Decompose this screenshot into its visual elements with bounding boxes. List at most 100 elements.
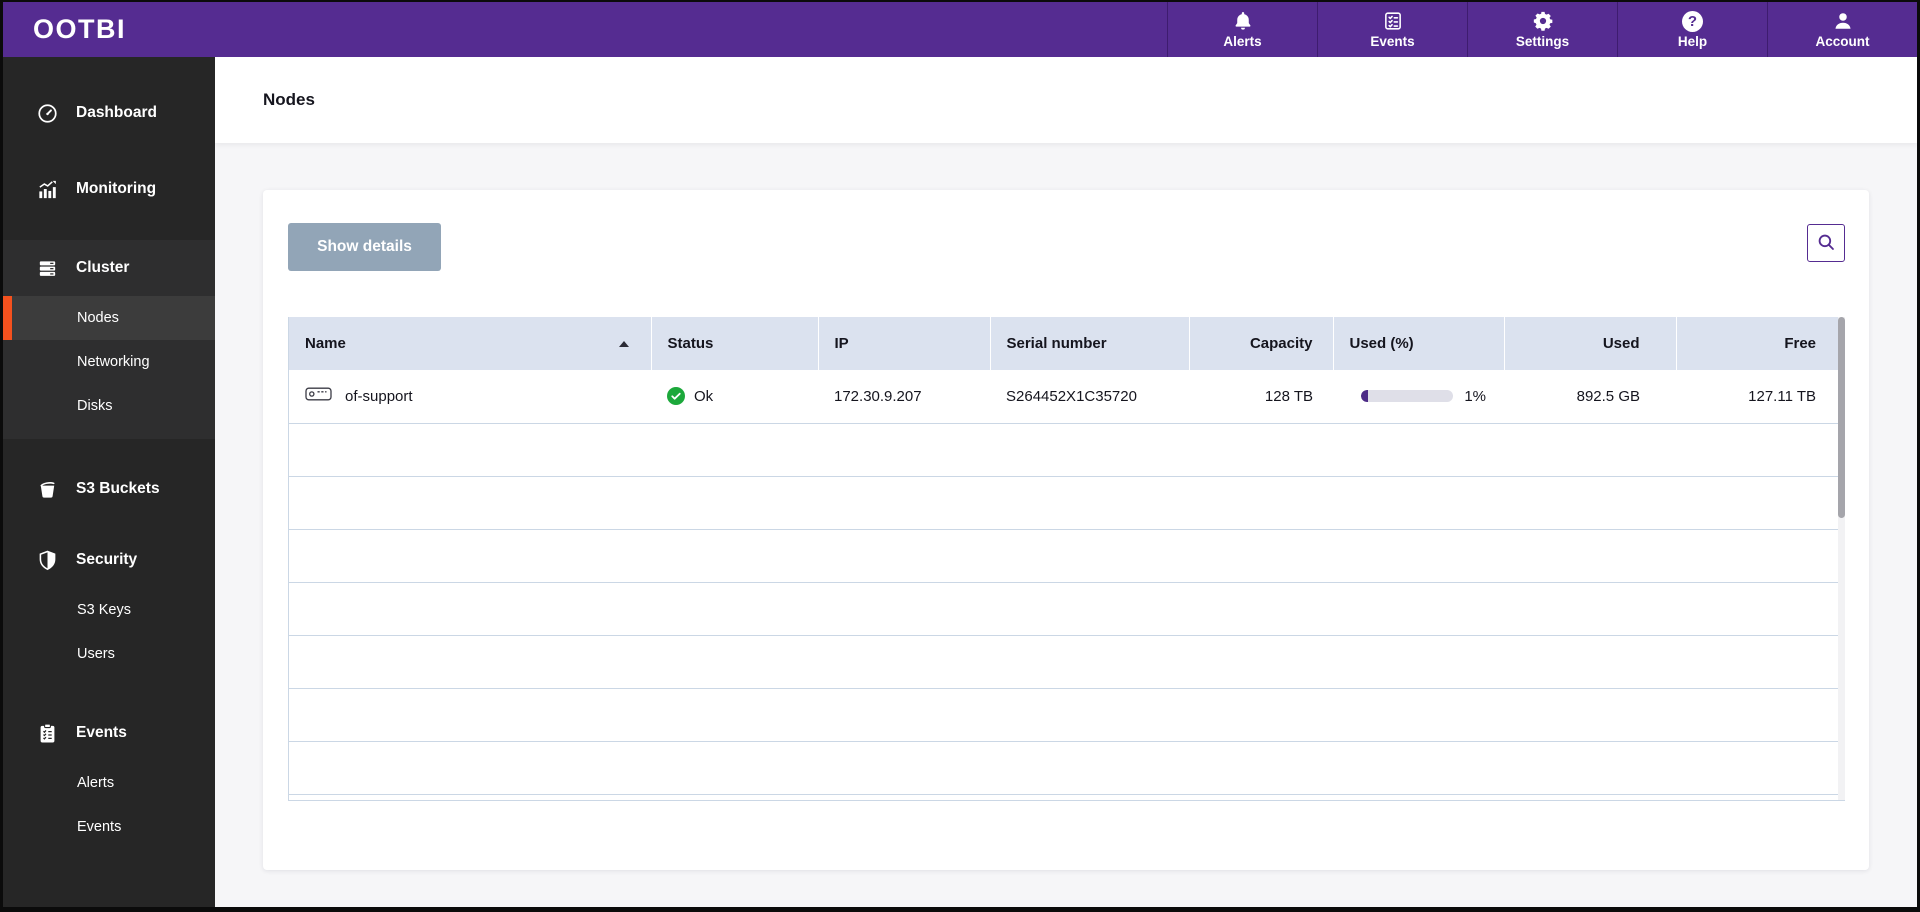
content-area: Show details Name Status IP Serial numbe…	[215, 143, 1917, 907]
node-used: 892.5 GB	[1504, 370, 1676, 424]
column-header-used-percent[interactable]: Used (%)	[1333, 317, 1505, 370]
node-status: Ok	[694, 387, 714, 405]
topnav-account[interactable]: Account	[1767, 2, 1917, 57]
column-capacity-label: Capacity	[1249, 335, 1313, 352]
sort-ascending-icon	[618, 340, 629, 347]
nodes-table-wrap: Name Status IP Serial number Capacity Us…	[288, 317, 1845, 801]
sidebar-cluster-label: Cluster	[76, 259, 130, 276]
topnav: Alerts Events Settings ? Help Account	[1167, 2, 1917, 57]
sidebar-dashboard-label: Dashboard	[76, 104, 157, 121]
sidebar: Dashboard Monitoring Cluster Nodes Netwo…	[3, 57, 215, 907]
empty-table-row	[289, 582, 1844, 636]
show-details-button[interactable]: Show details	[288, 223, 441, 271]
column-used-percent-label: Used (%)	[1349, 335, 1414, 352]
sidebar-events-label: Events	[76, 724, 127, 741]
node-ip: 172.30.9.207	[818, 370, 990, 424]
node-capacity: 128 TB	[1189, 370, 1333, 424]
topnav-events[interactable]: Events	[1317, 2, 1467, 57]
column-header-name[interactable]: Name	[289, 317, 652, 370]
topbar: OOTBI Alerts Events Settings ? Help Acco…	[3, 2, 1917, 57]
sidebar-nodes-label: Nodes	[77, 310, 119, 326]
empty-table-row	[289, 688, 1844, 742]
server-stack-icon	[36, 257, 59, 280]
topnav-settings[interactable]: Settings	[1467, 2, 1617, 57]
search-icon	[1815, 231, 1837, 256]
search-button[interactable]	[1807, 224, 1845, 262]
sidebar-security-label: Security	[76, 551, 138, 568]
page-header: Nodes	[215, 57, 1917, 143]
column-header-used[interactable]: Used	[1504, 317, 1677, 370]
column-status-label: Status	[667, 335, 714, 352]
column-used-label: Used	[1602, 335, 1640, 352]
sidebar-item-disks[interactable]: Disks	[3, 384, 215, 428]
node-appliance-icon	[305, 385, 332, 407]
sidebar-item-dashboard[interactable]: Dashboard	[3, 85, 215, 141]
sidebar-item-users[interactable]: Users	[3, 632, 215, 676]
page-title: Nodes	[263, 90, 315, 109]
empty-table-row	[289, 423, 1844, 477]
column-header-status[interactable]: Status	[651, 317, 819, 370]
empty-table-row	[289, 476, 1844, 530]
help-icon: ?	[1682, 10, 1703, 32]
sidebar-item-networking[interactable]: Networking	[3, 340, 215, 384]
topnav-events-label: Events	[1370, 34, 1415, 49]
sidebar-item-cluster[interactable]: Cluster	[3, 240, 215, 296]
checklist-icon	[1382, 10, 1404, 32]
table-scrollbar-thumb[interactable]	[1838, 317, 1845, 518]
column-ip-label: IP	[834, 335, 849, 352]
column-name-label: Name	[305, 335, 346, 352]
topnav-settings-label: Settings	[1515, 34, 1570, 49]
sidebar-users-label: Users	[77, 646, 115, 662]
sidebar-item-nodes[interactable]: Nodes	[3, 296, 215, 340]
card-toolbar: Show details	[288, 223, 1845, 271]
bell-icon	[1232, 10, 1254, 32]
topnav-alerts-label: Alerts	[1223, 34, 1262, 49]
table-header-row: Name Status IP Serial number Capacity Us…	[289, 317, 1844, 370]
sidebar-alerts-label: Alerts	[77, 775, 115, 791]
nodes-card: Show details Name Status IP Serial numbe…	[263, 190, 1869, 870]
column-serial-label: Serial number	[1006, 335, 1107, 352]
topnav-help[interactable]: ? Help	[1617, 2, 1767, 57]
clipboard-icon	[36, 722, 59, 745]
empty-table-row	[289, 635, 1844, 689]
sidebar-s3-buckets-label: S3 Buckets	[76, 480, 160, 497]
topnav-account-label: Account	[1815, 34, 1870, 49]
column-header-ip[interactable]: IP	[818, 317, 991, 370]
sidebar-item-monitoring[interactable]: Monitoring	[3, 161, 215, 217]
column-header-free[interactable]: Free	[1676, 317, 1844, 370]
used-percent-progress-bar	[1361, 390, 1453, 403]
column-header-serial[interactable]: Serial number	[990, 317, 1190, 370]
shield-icon	[36, 549, 59, 572]
user-icon	[1832, 10, 1854, 32]
topnav-alerts[interactable]: Alerts	[1167, 2, 1317, 57]
node-name: of-support	[345, 387, 413, 405]
nodes-table: Name Status IP Serial number Capacity Us…	[289, 317, 1844, 800]
gauge-icon	[36, 102, 59, 125]
sidebar-disks-label: Disks	[77, 398, 113, 414]
node-row[interactable]: of-support Ok 172.30.9.207 S264452X1C357…	[289, 370, 1844, 424]
node-free: 127.11 TB	[1676, 370, 1844, 424]
empty-table-row	[289, 529, 1844, 583]
sidebar-item-events-sub[interactable]: Events	[3, 805, 215, 849]
sidebar-item-s3-keys[interactable]: S3 Keys	[3, 588, 215, 632]
sidebar-item-s3-buckets[interactable]: S3 Buckets	[3, 461, 215, 517]
status-ok-icon	[667, 387, 685, 406]
sidebar-cluster-section: Cluster Nodes Networking Disks	[3, 240, 215, 439]
sidebar-networking-label: Networking	[77, 354, 150, 370]
empty-table-row	[289, 741, 1844, 795]
table-scrollbar-track[interactable]	[1838, 317, 1845, 800]
partial-table-row	[289, 794, 1844, 800]
gear-icon	[1532, 10, 1554, 32]
column-free-label: Free	[1784, 335, 1816, 352]
sidebar-item-security[interactable]: Security	[3, 532, 215, 588]
sidebar-item-alerts[interactable]: Alerts	[3, 761, 215, 805]
node-serial: S264452X1C35720	[990, 370, 1189, 424]
used-percent-progress-fill	[1361, 390, 1368, 403]
topnav-help-label: Help	[1677, 33, 1708, 49]
sidebar-item-events[interactable]: Events	[3, 705, 215, 761]
column-header-capacity[interactable]: Capacity	[1189, 317, 1334, 370]
sidebar-s3-keys-label: S3 Keys	[77, 602, 131, 618]
node-used-percent: 1%	[1464, 387, 1486, 405]
main-area: Nodes Show details Name Status IP Serial…	[215, 57, 1917, 907]
bucket-icon	[36, 478, 59, 501]
